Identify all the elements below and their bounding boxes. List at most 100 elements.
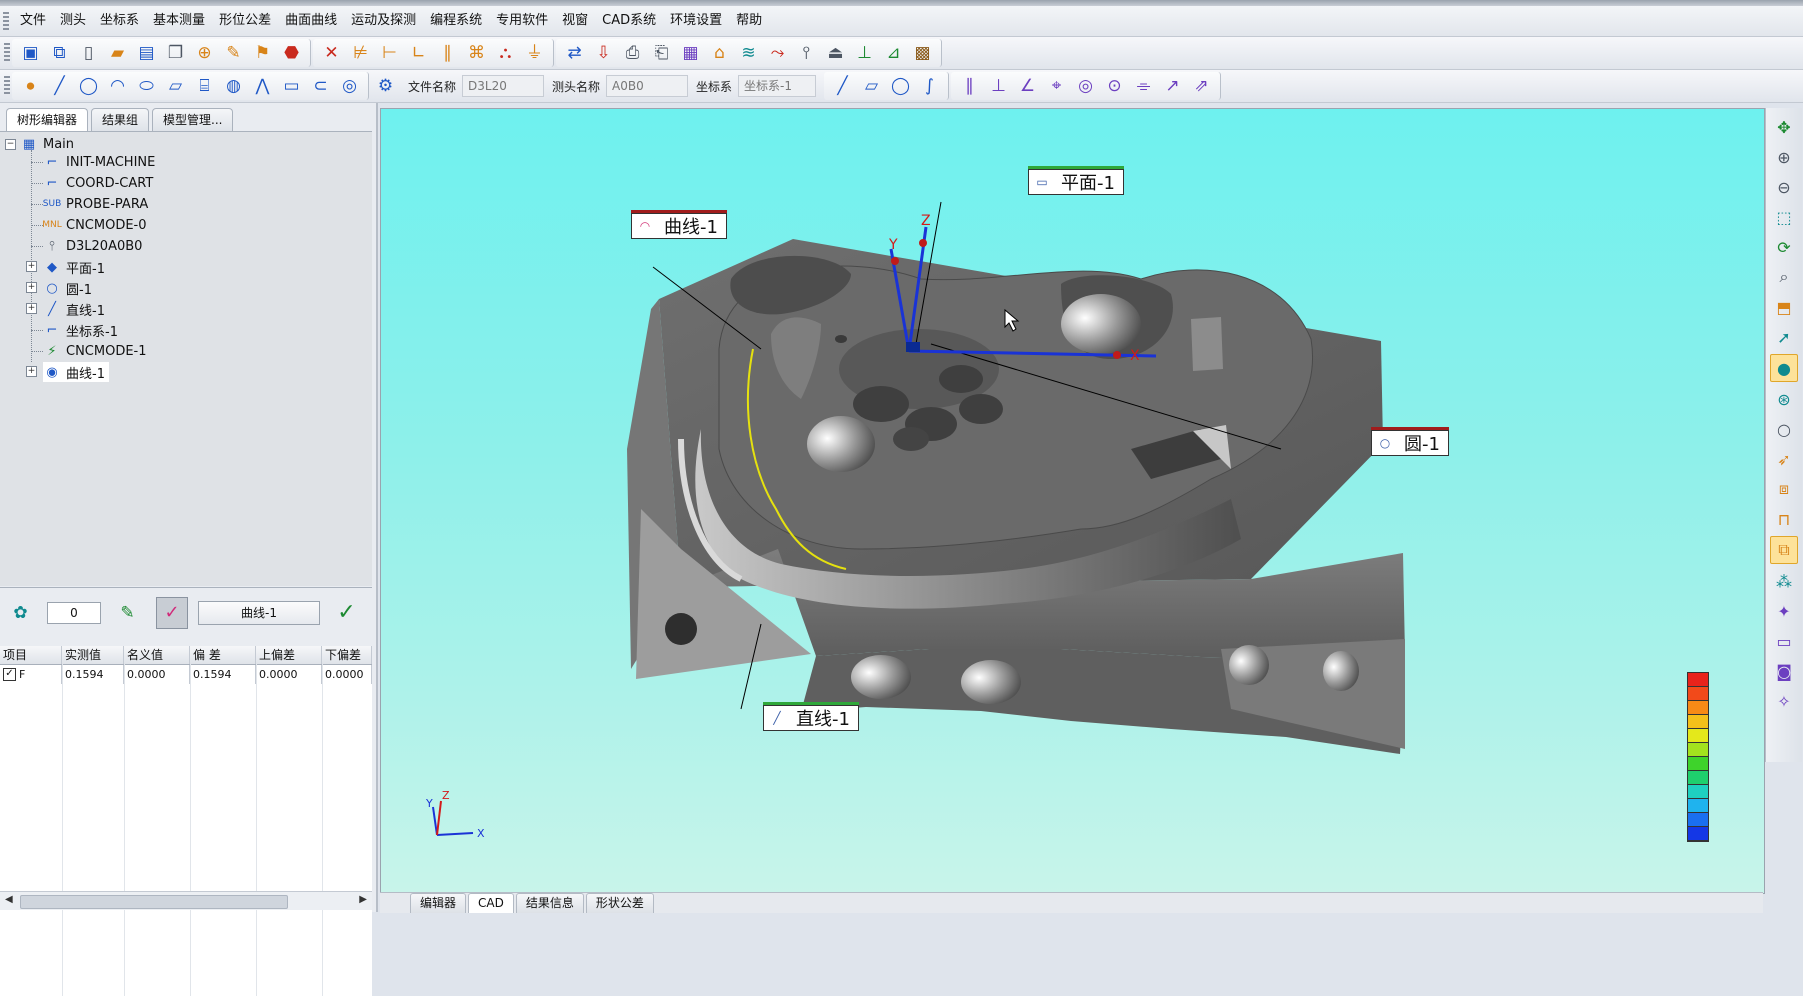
tree-item-curve-1[interactable]: ◉ 曲线-1 bbox=[43, 362, 109, 382]
total-runout-icon[interactable]: ⇗ bbox=[1189, 74, 1214, 99]
tree-item-probe-para[interactable]: SUB PROBE-PARA bbox=[43, 194, 148, 214]
angularity-icon[interactable]: ∠ bbox=[1015, 74, 1040, 99]
runout-icon[interactable]: ↗ bbox=[1160, 74, 1185, 99]
slot-feature-icon[interactable]: ⊂ bbox=[308, 74, 333, 99]
dimension-icon[interactable]: ⊭ bbox=[348, 41, 373, 66]
machine-icon[interactable]: ⊥ bbox=[852, 41, 877, 66]
save-all-icon[interactable]: ⧉ bbox=[47, 41, 72, 66]
eraser-icon[interactable]: ✎ bbox=[115, 601, 140, 626]
tab-result-group[interactable]: 结果组 bbox=[91, 108, 150, 131]
header-upper-tol[interactable]: 上偏差 bbox=[256, 646, 322, 664]
symmetry-tolerance-icon[interactable]: ⌯ bbox=[1131, 74, 1156, 99]
part-model-canvas[interactable]: X Y Z X Y Z bbox=[381, 109, 1764, 893]
display-icon[interactable]: ▭ bbox=[1771, 628, 1797, 654]
tab-tree-editor[interactable]: 树形编辑器 bbox=[6, 108, 89, 131]
camera-icon[interactable]: ◙ bbox=[1771, 658, 1797, 684]
tree-item-coord-system-1[interactable]: ⌐ 坐标系-1 bbox=[43, 320, 118, 340]
tree-item-d3l20a0b0[interactable]: ⫯ D3L20A0B0 bbox=[43, 236, 142, 256]
transfer-icon[interactable]: ⇄ bbox=[562, 41, 587, 66]
feature-name-field[interactable]: 曲线-1 bbox=[198, 601, 320, 625]
tree-item-cncmode-0[interactable]: MNL CNCMODE-0 bbox=[42, 215, 146, 235]
plane-feature-icon[interactable]: ▱ bbox=[163, 74, 188, 99]
rainbow-icon[interactable]: ✦ bbox=[1771, 598, 1797, 624]
view-cube-icon[interactable]: ⬚ bbox=[1771, 204, 1797, 230]
menu-special-software[interactable]: 专用软件 bbox=[489, 6, 555, 36]
menu-basic-measure[interactable]: 基本测量 bbox=[146, 6, 212, 36]
construct-line-icon[interactable]: ╱ bbox=[830, 74, 855, 99]
angle-icon[interactable]: ∟ bbox=[406, 41, 431, 66]
lock-icon[interactable]: ⊕ bbox=[192, 41, 217, 66]
menu-motion-probing[interactable]: 运动及探测 bbox=[344, 6, 423, 36]
tab-cad[interactable]: CAD bbox=[468, 893, 514, 913]
plane-callout[interactable]: ▭ 平面-1 bbox=[1028, 166, 1124, 195]
tree-item-line-1[interactable]: ╱ 直线-1 bbox=[43, 299, 105, 319]
pan-icon[interactable]: ✥ bbox=[1771, 114, 1797, 140]
home-icon[interactable]: ⌂ bbox=[707, 41, 732, 66]
print-icon[interactable]: ⎗ bbox=[649, 41, 674, 66]
perpendicularity-icon[interactable]: ⊥ bbox=[986, 74, 1011, 99]
menu-help[interactable]: 帮助 bbox=[729, 6, 769, 36]
zoom-window-icon[interactable]: ⊕ bbox=[1771, 144, 1797, 170]
header-item[interactable]: 项目 bbox=[0, 646, 62, 664]
load-icon[interactable]: ⇩ bbox=[591, 41, 616, 66]
scroll-right-icon[interactable]: ▶ bbox=[359, 894, 367, 905]
open-project-icon[interactable]: ▣ bbox=[18, 41, 43, 66]
construct-plane-icon[interactable]: ▱ bbox=[859, 74, 884, 99]
point-icon[interactable]: ⦁ bbox=[18, 74, 43, 99]
stop-icon[interactable]: ⬣ bbox=[279, 41, 304, 66]
coaxiality-icon[interactable]: ⊙ bbox=[1102, 74, 1127, 99]
parallelism-icon[interactable]: ∥ bbox=[957, 74, 982, 99]
file-name-field[interactable]: D3L20 bbox=[462, 75, 545, 97]
menu-tolerance[interactable]: 形位公差 bbox=[212, 6, 278, 36]
select-window-icon[interactable]: ⬒ bbox=[1771, 294, 1797, 320]
tree-item-init-machine[interactable]: ⌐ INIT-MACHINE bbox=[43, 152, 156, 172]
cad-viewport[interactable]: X Y Z X Y Z ▭ 平面-1 ◠ 曲线-1 ○ 圆-1 ╱ 直线-1 bbox=[380, 108, 1765, 894]
rotate-icon[interactable]: ⟳ bbox=[1771, 234, 1797, 260]
section-view-icon[interactable]: ⊓ bbox=[1771, 506, 1797, 532]
report-icon[interactable]: ▦ bbox=[678, 41, 703, 66]
menu-surface-curve[interactable]: 曲面曲线 bbox=[278, 6, 344, 36]
shaded-view-icon[interactable]: ● bbox=[1770, 354, 1798, 382]
probe-icon[interactable]: ⫯ bbox=[794, 41, 819, 66]
evaluate-icon[interactable]: ✿ bbox=[8, 601, 33, 626]
distance-icon[interactable]: ⊢ bbox=[377, 41, 402, 66]
header-lower-tol[interactable]: 下偏差 bbox=[322, 646, 372, 664]
rectangle-feature-icon[interactable]: ▭ bbox=[279, 74, 304, 99]
expand-line-button[interactable]: + bbox=[26, 303, 37, 314]
tree-item-coord-cart[interactable]: ⌐ COORD-CART bbox=[43, 173, 154, 193]
header-deviation[interactable]: 偏 差 bbox=[190, 646, 256, 664]
scroll-left-icon[interactable]: ◀ bbox=[5, 894, 13, 905]
sphere-feature-icon[interactable]: ◍ bbox=[221, 74, 246, 99]
concentricity-icon[interactable]: ◎ bbox=[1073, 74, 1098, 99]
pointer-icon[interactable]: ➚ bbox=[1771, 324, 1797, 350]
menu-probe[interactable]: 测头 bbox=[53, 6, 93, 36]
expand-curve-button[interactable]: + bbox=[26, 366, 37, 377]
layers-icon[interactable]: ≋ bbox=[736, 41, 761, 66]
tree-item-main[interactable]: ▦ Main bbox=[20, 134, 74, 154]
menu-file[interactable]: 文件 bbox=[13, 6, 53, 36]
header-nominal[interactable]: 名义值 bbox=[124, 646, 190, 664]
collapse-main-button[interactable]: − bbox=[5, 139, 16, 150]
probe-touch-icon[interactable]: ⏚ bbox=[522, 41, 547, 66]
hidden-line-icon[interactable]: ○ bbox=[1771, 416, 1797, 442]
menu-programming[interactable]: 编程系统 bbox=[423, 6, 489, 36]
edit-icon[interactable]: ✎ bbox=[221, 41, 246, 66]
curve-feature-icon[interactable]: ✓ bbox=[156, 597, 188, 629]
construct-icon[interactable]: ⛬ bbox=[493, 41, 518, 66]
tab-result-info[interactable]: 结果信息 bbox=[515, 893, 584, 913]
expand-circle-button[interactable]: + bbox=[26, 282, 37, 293]
position-icon[interactable]: ⌖ bbox=[1044, 74, 1069, 99]
probe-settings-icon[interactable]: ⚙ bbox=[373, 74, 398, 99]
symmetry-icon[interactable]: ⌘ bbox=[464, 41, 489, 66]
path-icon[interactable]: ⤳ bbox=[765, 41, 790, 66]
header-measured[interactable]: 实测值 bbox=[62, 646, 124, 664]
coordinate-system-field[interactable]: 坐标系-1 bbox=[738, 75, 817, 97]
confirm-icon[interactable]: ✓ bbox=[334, 601, 359, 626]
wireframe-view-icon[interactable]: ⊛ bbox=[1771, 386, 1797, 412]
evaluation-number-field[interactable]: 0 bbox=[47, 602, 101, 624]
expand-plane-button[interactable]: + bbox=[26, 261, 37, 272]
menu-environment-settings[interactable]: 环境设置 bbox=[663, 6, 729, 36]
points-icon[interactable]: ⁂ bbox=[1771, 568, 1797, 594]
scrollbar-thumb[interactable] bbox=[20, 895, 288, 909]
copy-icon[interactable]: ❐ bbox=[163, 41, 188, 66]
